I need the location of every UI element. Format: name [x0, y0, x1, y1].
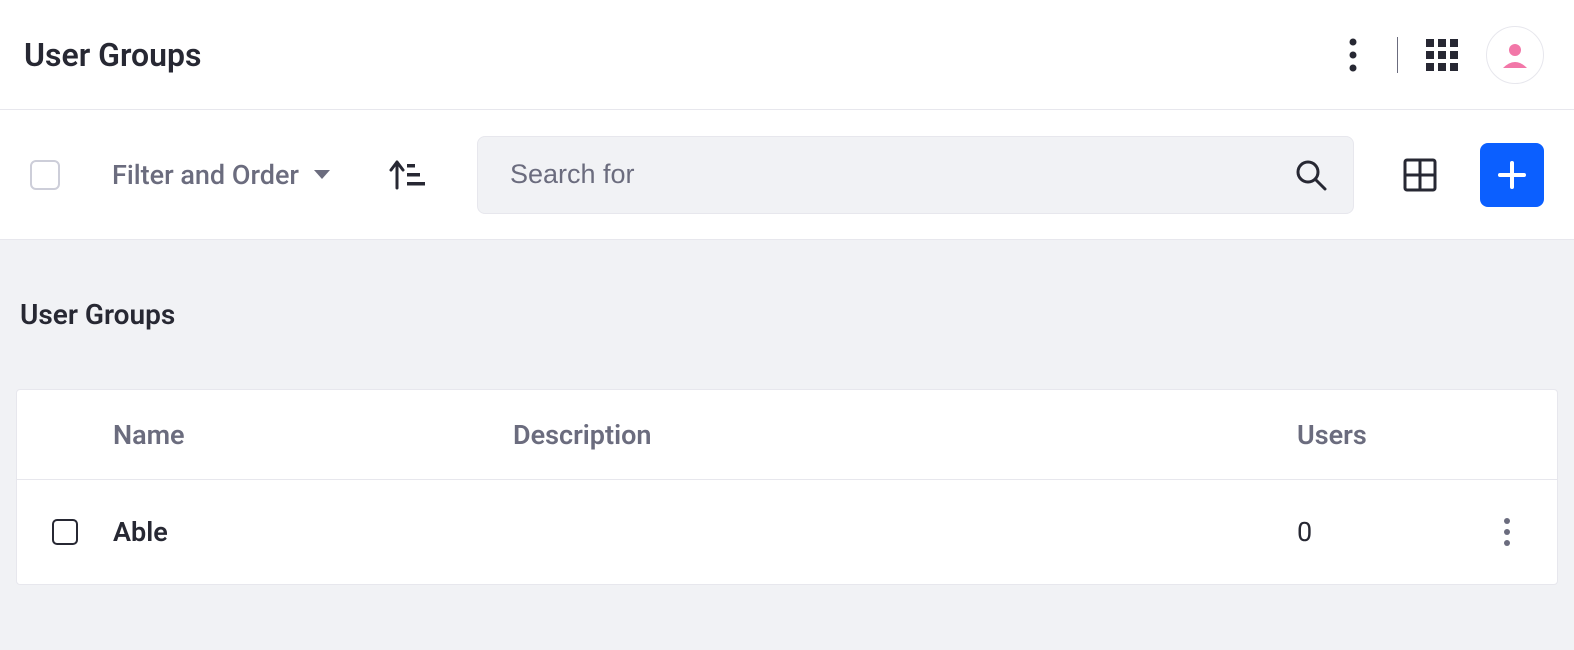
- row-checkbox[interactable]: [52, 519, 78, 545]
- caret-down-icon: [313, 169, 331, 181]
- col-header-name[interactable]: Name: [113, 419, 513, 451]
- row-name-cell: Able: [113, 516, 513, 548]
- user-avatar-button[interactable]: [1486, 26, 1544, 84]
- filter-order-label: Filter and Order: [112, 159, 299, 191]
- sort-button[interactable]: [389, 158, 425, 192]
- apps-grid-button[interactable]: [1418, 31, 1466, 79]
- row-more-button[interactable]: [1483, 508, 1531, 556]
- row-check-cell: [17, 519, 113, 545]
- toolbar: Filter and Order: [0, 110, 1574, 240]
- search-icon: [1295, 159, 1327, 191]
- table-row[interactable]: Able 0: [17, 480, 1557, 584]
- apps-grid-icon: [1426, 39, 1458, 71]
- sort-icon: [389, 158, 425, 192]
- vertical-dots-icon: [1503, 517, 1511, 547]
- vertical-dots-icon: [1349, 38, 1357, 72]
- search-box[interactable]: [477, 136, 1354, 214]
- plus-icon: [1496, 159, 1528, 191]
- section-title: User Groups: [16, 240, 1558, 331]
- header-more-button[interactable]: [1329, 31, 1377, 79]
- add-button[interactable]: [1480, 143, 1544, 207]
- view-toggle-button[interactable]: [1396, 151, 1444, 199]
- row-actions-cell: [1457, 508, 1557, 556]
- page-title: User Groups: [24, 36, 201, 74]
- header-divider: [1397, 37, 1398, 73]
- grid-view-icon: [1403, 158, 1437, 192]
- col-header-users[interactable]: Users: [1297, 419, 1457, 451]
- top-header-right: [1329, 26, 1544, 84]
- user-groups-table: Name Description Users Able 0: [16, 389, 1558, 585]
- content-area: User Groups Name Description Users Able …: [0, 240, 1574, 650]
- row-users-cell: 0: [1297, 516, 1457, 548]
- user-icon: [1500, 40, 1530, 70]
- table-header-row: Name Description Users: [17, 390, 1557, 480]
- filter-order-dropdown[interactable]: Filter and Order: [112, 159, 331, 191]
- top-header: User Groups: [0, 0, 1574, 110]
- search-input[interactable]: [510, 159, 1295, 190]
- col-header-description[interactable]: Description: [513, 419, 1297, 451]
- select-all-checkbox[interactable]: [30, 160, 60, 190]
